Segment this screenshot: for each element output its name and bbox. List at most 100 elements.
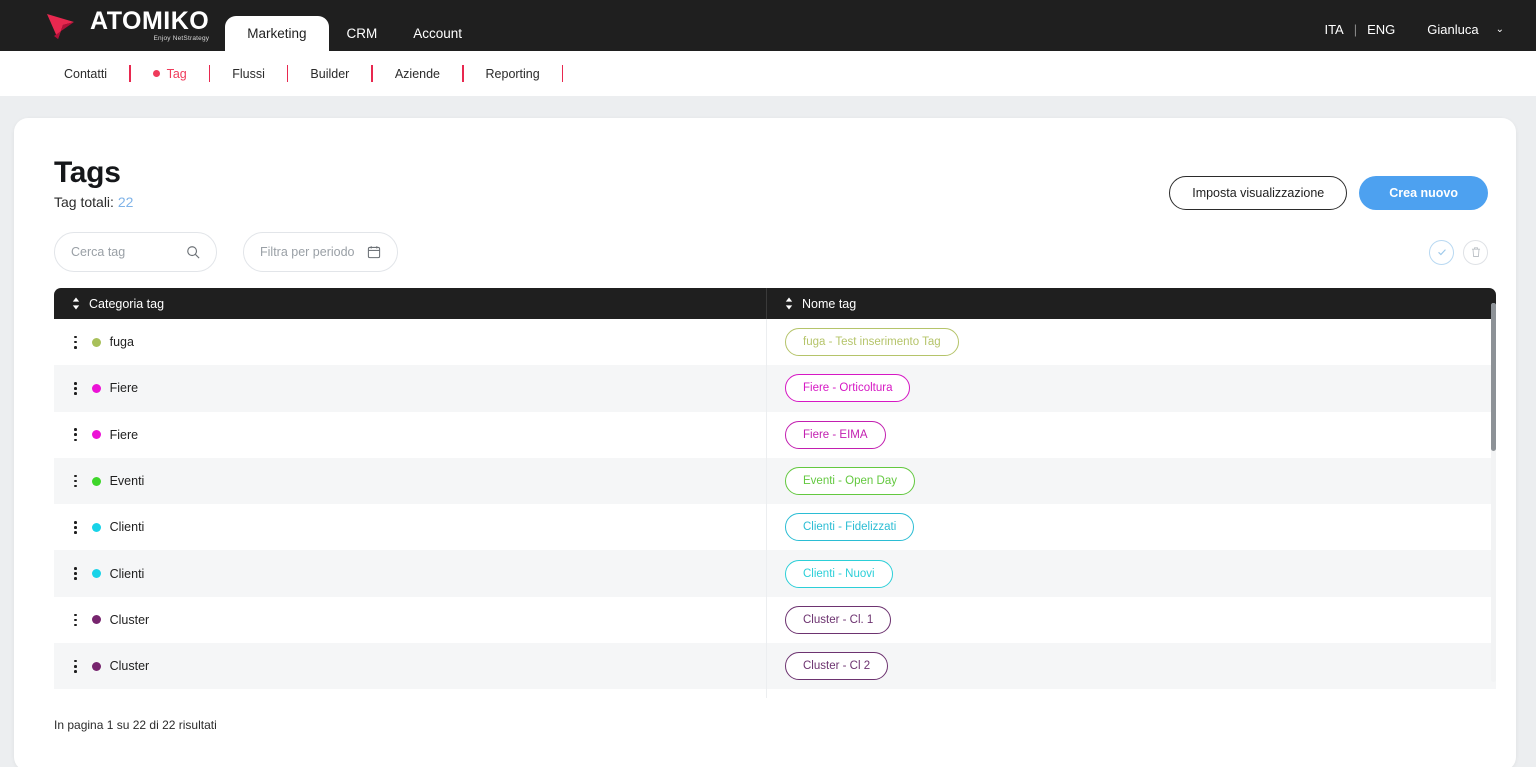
column-header-label: Categoria tag [89, 297, 164, 311]
search-input[interactable] [71, 245, 186, 259]
tab-crm[interactable]: CRM [329, 16, 396, 51]
period-field-wrapper[interactable] [243, 232, 398, 272]
cell-nome-tag: Cluster - Cl. 1 [767, 597, 1496, 643]
subnav-item-tag[interactable]: Tag [131, 67, 209, 81]
category-color-dot-icon [92, 615, 101, 624]
language-it[interactable]: ITA [1324, 22, 1343, 37]
category-color-dot-icon [92, 338, 101, 347]
table-row[interactable]: Fiere Fiere - Orticoltura [54, 365, 1496, 411]
row-menu-icon[interactable] [72, 426, 79, 443]
tab-marketing[interactable]: Marketing [225, 16, 328, 51]
tab-account[interactable]: Account [395, 16, 480, 51]
cell-categoria: Clienti [54, 504, 767, 550]
cell-nome-tag: Fiere - Orticoltura [767, 365, 1496, 411]
subnav-label-flussi: Flussi [232, 67, 265, 81]
language-en[interactable]: ENG [1367, 22, 1395, 37]
table-row[interactable]: Clienti Clienti - Fidelizzati [54, 504, 1496, 550]
row-menu-icon[interactable] [72, 565, 79, 582]
table-row[interactable]: Clienti Clienti - Nuovi [54, 550, 1496, 596]
category-color-dot-icon [92, 523, 101, 532]
cell-nome-tag: Clienti - Nuovi [767, 550, 1496, 596]
category-color-dot-icon [92, 569, 101, 578]
category-name: Fiere [110, 428, 138, 442]
subnav-item-contatti[interactable]: Contatti [42, 67, 129, 81]
tag-pill[interactable]: Clienti - Nuovi [785, 560, 893, 588]
sort-arrows-icon[interactable] [72, 297, 80, 310]
tag-pill[interactable]: fuga - Test inserimento Tag [785, 328, 959, 356]
title-group: Tags Tag totali: 22 [54, 156, 1169, 210]
period-filter-input[interactable] [260, 245, 367, 259]
create-new-button[interactable]: Crea nuovo [1359, 176, 1488, 210]
cell-nome-tag: Clienti - Fidelizzati [767, 504, 1496, 550]
category-name: Fiere [110, 381, 138, 395]
table-row[interactable]: Cluster Cluster - Cl. 1 [54, 597, 1496, 643]
subnav-item-builder[interactable]: Builder [288, 67, 371, 81]
subnav-item-aziende[interactable]: Aziende [373, 67, 462, 81]
category-name: Clienti [110, 567, 145, 581]
atomiko-logo-icon [44, 8, 86, 42]
sort-arrows-icon[interactable] [785, 297, 793, 310]
category-name: fuga [110, 335, 134, 349]
table-zone: Categoria tag Nome tag fuga fuga - Test i… [14, 272, 1516, 698]
cell-categoria: Cluster [54, 689, 767, 698]
table-scrollbar[interactable] [1491, 303, 1496, 682]
scrollbar-thumb[interactable] [1491, 303, 1496, 451]
page-title: Tags [54, 156, 1169, 190]
cell-nome-tag: fuga - Test inserimento Tag [767, 319, 1496, 365]
row-menu-icon[interactable] [72, 380, 79, 397]
search-field-wrapper[interactable] [54, 232, 217, 272]
row-menu-icon[interactable] [72, 334, 79, 351]
cell-nome-tag: Cluster - Cl 2 [767, 643, 1496, 689]
check-circle-icon[interactable] [1429, 240, 1454, 265]
column-header-label: Nome tag [802, 297, 856, 311]
subnav-item-reporting[interactable]: Reporting [464, 67, 562, 81]
tag-pill[interactable]: Cluster - Cl 2 [785, 652, 888, 680]
brand-tagline: Enjoy NetStrategy [153, 35, 209, 42]
table-row[interactable]: fuga fuga - Test inserimento Tag [54, 319, 1496, 365]
trash-icon[interactable] [1463, 240, 1488, 265]
subnav-item-flussi[interactable]: Flussi [210, 67, 287, 81]
brand-logo[interactable]: ATOMIKO Enjoy NetStrategy [44, 8, 209, 42]
cell-categoria: Cluster [54, 597, 767, 643]
column-header-nome[interactable]: Nome tag [767, 297, 1496, 311]
tag-pill[interactable]: Eventi - Open Day [785, 467, 915, 495]
cell-categoria: fuga [54, 319, 767, 365]
tags-card: Tags Tag totali: 22 Imposta visualizzazi… [14, 118, 1516, 767]
subnav-label-tag: Tag [167, 67, 187, 81]
results-summary: In pagina 1 su 22 di 22 risultati [14, 698, 1516, 732]
user-menu-label[interactable]: Gianluca [1427, 22, 1478, 37]
card-header: Tags Tag totali: 22 Imposta visualizzazi… [14, 118, 1516, 210]
category-name: Eventi [110, 474, 145, 488]
active-dot-icon [153, 70, 160, 77]
tag-pill[interactable]: Fiere - EIMA [785, 421, 886, 449]
bulk-actions [1429, 240, 1488, 265]
configure-view-button[interactable]: Imposta visualizzazione [1169, 176, 1347, 210]
primary-tabs: Marketing CRM Account [225, 0, 480, 51]
page-subtitle: Tag totali: 22 [54, 194, 1169, 210]
cell-categoria: Fiere [54, 412, 767, 458]
row-menu-icon[interactable] [72, 519, 79, 536]
cell-nome-tag: Cluster - Cl 3 [767, 689, 1496, 698]
header-right-cluster: ITA | ENG Gianluca ⌄ [1324, 22, 1504, 37]
calendar-icon[interactable] [367, 245, 381, 259]
table-row[interactable]: Eventi Eventi - Open Day [54, 458, 1496, 504]
table-row[interactable]: Fiere Fiere - EIMA [54, 412, 1496, 458]
language-separator: | [1354, 22, 1357, 37]
cell-nome-tag: Eventi - Open Day [767, 458, 1496, 504]
row-menu-icon[interactable] [72, 658, 79, 675]
table-row[interactable]: ClusterCluster - Cl 2 [54, 643, 1496, 689]
cell-categoria: Fiere [54, 365, 767, 411]
row-menu-icon[interactable] [72, 612, 79, 629]
chevron-down-icon[interactable]: ⌄ [1496, 24, 1504, 35]
row-menu-icon[interactable] [72, 473, 79, 490]
tag-pill[interactable]: Fiere - Orticoltura [785, 374, 910, 402]
tag-pill[interactable]: Clienti - Fidelizzati [785, 513, 914, 541]
category-name: Cluster [110, 613, 150, 627]
total-tags-label: Tag totali: [54, 194, 114, 210]
subnav-label-reporting: Reporting [486, 67, 540, 81]
tag-pill[interactable]: Cluster - Cl. 1 [785, 606, 891, 634]
category-name: Clienti [110, 520, 145, 534]
table-row[interactable]: ClusterCluster - Cl 3 [54, 689, 1496, 698]
column-header-categoria[interactable]: Categoria tag [54, 288, 767, 319]
search-icon[interactable] [186, 245, 200, 259]
